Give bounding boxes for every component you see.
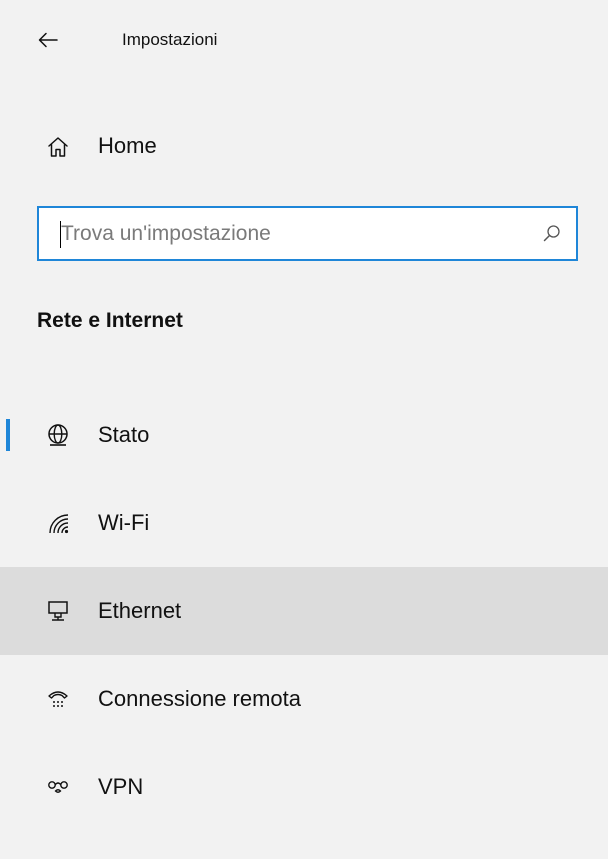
home-nav-item[interactable]: Home	[0, 117, 608, 173]
title-bar: Impostazioni	[0, 0, 608, 80]
nav-item-label: Ethernet	[98, 598, 182, 623]
window-title: Impostazioni	[122, 30, 218, 49]
wifi-icon	[46, 511, 70, 535]
nav-item-connessione-remota[interactable]: Connessione remota	[0, 655, 608, 743]
back-button[interactable]	[28, 22, 68, 58]
nav-item-label: Stato	[98, 422, 150, 447]
home-label: Home	[98, 133, 157, 158]
vpn-icon	[46, 775, 70, 799]
search-icon[interactable]	[542, 223, 562, 243]
home-icon	[46, 135, 70, 159]
search-box[interactable]	[37, 206, 578, 261]
settings-window: Impostazioni Home Rete e Internet	[0, 0, 608, 859]
dialup-phone-icon	[46, 687, 70, 711]
ethernet-icon	[46, 599, 70, 623]
nav-item-ethernet[interactable]: Ethernet	[0, 567, 608, 655]
nav-item-label: Wi-Fi	[98, 510, 150, 535]
text-caret	[60, 221, 61, 248]
section-title: Rete e Internet	[37, 309, 183, 332]
arrow-left-icon	[38, 32, 58, 48]
nav-item-label: VPN	[98, 774, 144, 799]
nav-item-wifi[interactable]: Wi-Fi	[0, 479, 608, 567]
globe-status-icon	[46, 423, 70, 447]
selection-indicator	[6, 419, 10, 451]
nav-item-vpn[interactable]: VPN	[0, 743, 608, 831]
search-input[interactable]	[61, 214, 521, 254]
nav-item-label: Connessione remota	[98, 686, 302, 711]
nav-item-stato[interactable]: Stato	[0, 391, 608, 479]
